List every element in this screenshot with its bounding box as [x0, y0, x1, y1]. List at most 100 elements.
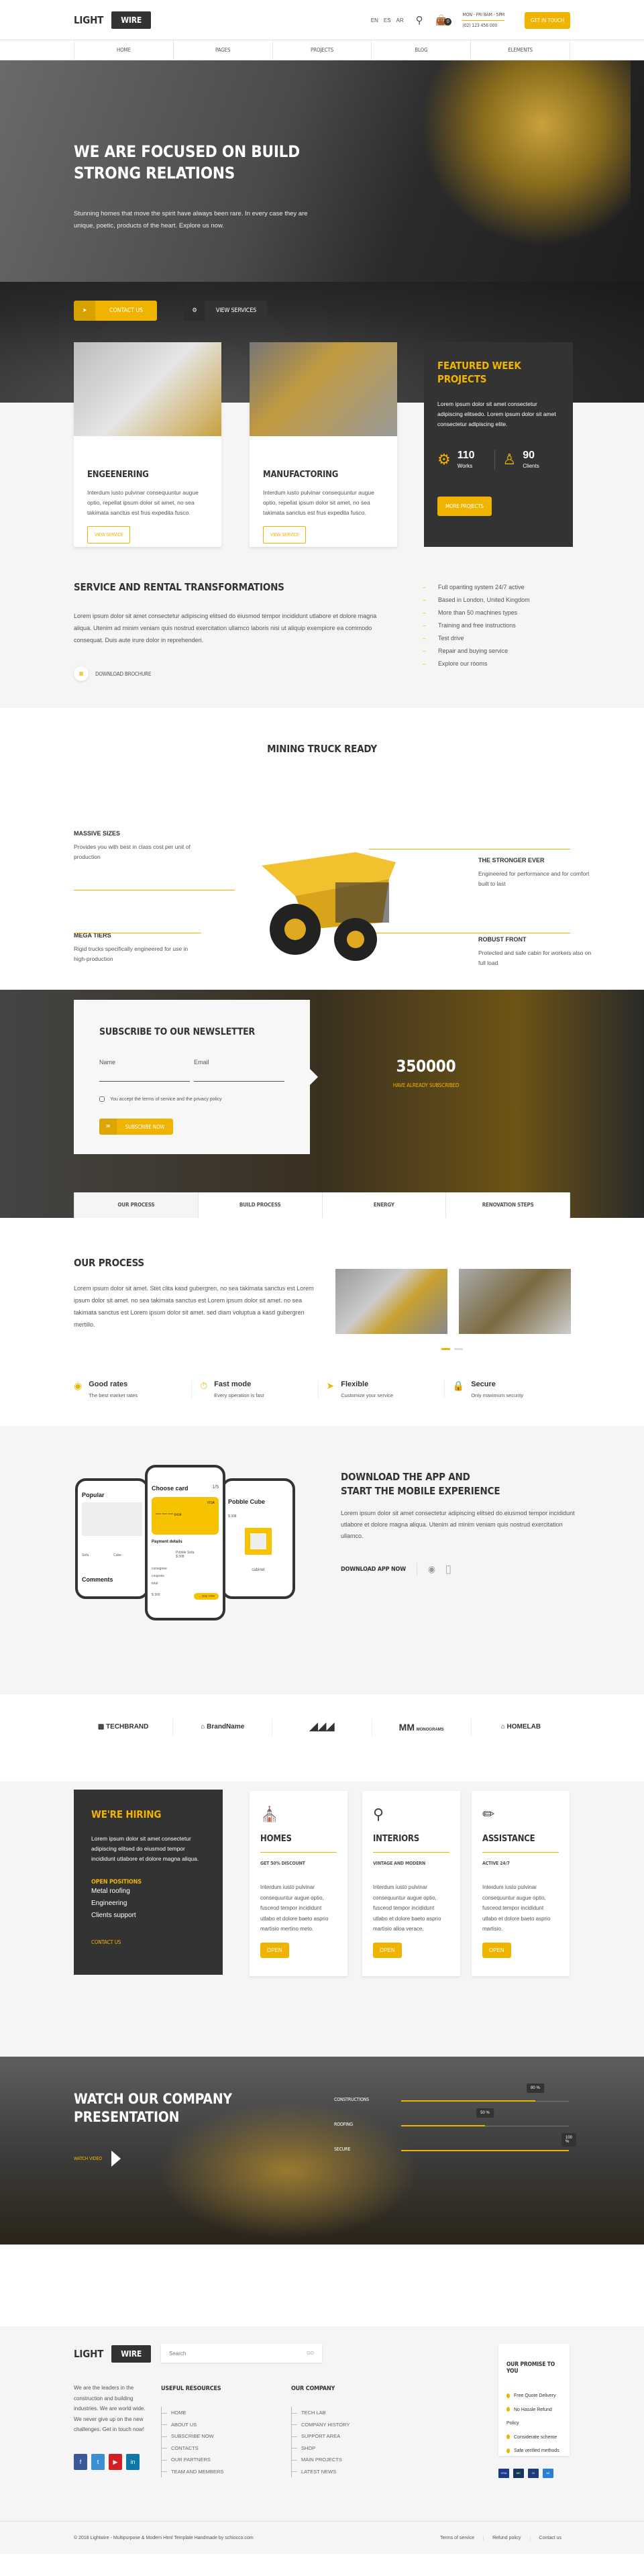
footer-link[interactable]: SUPPORT AREA	[292, 2430, 350, 2442]
nav-home[interactable]: HOME	[74, 40, 173, 60]
progress-value: 100 %	[561, 2133, 577, 2147]
logo[interactable]: LIGHT WIRE	[74, 11, 152, 29]
open-button[interactable]: OPEN	[482, 1942, 511, 1958]
search-icon[interactable]: ⚲	[416, 14, 423, 26]
logo-homelab: ⌂ HOMELAB	[470, 1718, 570, 1736]
android-icon[interactable]: ◉	[428, 1564, 435, 1575]
email-input[interactable]	[194, 1066, 284, 1082]
lock-icon: 🔒	[452, 1380, 465, 1391]
service-section: SERVICE AND RENTAL TRANSFORMATIONS Lorem…	[0, 569, 644, 708]
partner-logos: ▩ TECHBRAND ⌂ BrandName ◢◢◢ MM MONOGRAMS…	[0, 1694, 644, 1782]
apple-icon[interactable]: 	[446, 1564, 451, 1575]
contact-us-link[interactable]: CONTACT US	[91, 1939, 205, 1945]
subscriber-count: 350000	[396, 1057, 456, 1076]
feature-robust-front: ROBUST FRONT Protected and safe cabin for…	[478, 936, 592, 966]
progress-value: 50 %	[476, 2108, 494, 2118]
footer-link[interactable]: LATEST NEWS	[292, 2466, 350, 2478]
phone-mockup-cube: Pobble Cube $ 308 cabinet	[221, 1478, 295, 1599]
footer-link[interactable]: ABOUT US	[162, 2419, 223, 2431]
worker-icon: ♙	[502, 451, 517, 468]
more-projects-button[interactable]: MORE PROJECTS	[437, 497, 492, 516]
service-interiors: ⚲ INTERIORS VINTAGE AND MODERN Interdum ius…	[362, 1791, 460, 1976]
service-homes: ⛪ HOMES GET 50% DISCOUNT Interdum iusto pul…	[250, 1791, 347, 1976]
position-item[interactable]: Engineering	[91, 1898, 205, 1910]
carousel-dot[interactable]	[454, 1348, 463, 1350]
footer: LIGHT WIRE We are the leaders in the cons…	[0, 2326, 644, 2521]
lamp-icon: ⚲	[373, 1806, 384, 1822]
contact-link[interactable]: Contact us	[529, 2536, 570, 2540]
tab-our-process[interactable]: OUR PROCESS	[74, 1192, 198, 1218]
lang-es[interactable]: ES	[384, 17, 391, 23]
view-service-button[interactable]: VIEW SERVICE	[87, 526, 131, 544]
maestro-icon: M	[528, 2469, 539, 2478]
newsletter-form: SUBSCRIBE TO OUR NEWSLETTER Name Email Yo…	[74, 1000, 318, 1154]
nav-blog[interactable]: BLOG	[371, 40, 470, 60]
tab-energy[interactable]: ENERGY	[321, 1192, 446, 1218]
tools-image	[74, 342, 221, 436]
search-go-button[interactable]: GO	[307, 2351, 314, 2356]
nav-pages[interactable]: PAGES	[172, 40, 272, 60]
app-title: DOWNLOAD THE APP AND START THE MOBILE EXP…	[341, 1471, 500, 1497]
workers-image	[250, 342, 397, 436]
bottom-bar: © 2018 Lightwire - Multipurpose & Modern…	[0, 2521, 644, 2554]
footer-link[interactable]: TEAM AND MEMBERS	[162, 2466, 223, 2478]
footer-link[interactable]: SHOP	[292, 2442, 350, 2455]
twitter-icon[interactable]: t	[91, 2453, 105, 2470]
hero-text: Stunning homes that move the spirit have…	[74, 210, 308, 229]
footer-link[interactable]: COMPANY HISTORY	[292, 2419, 350, 2431]
hours: MON - FRI 8AM - 5PM	[462, 10, 504, 21]
footer-link[interactable]: OUR PARTNERS	[162, 2454, 223, 2466]
footer-link[interactable]: CONTACTS	[162, 2442, 223, 2455]
paper-plane-icon: ➤	[326, 1380, 335, 1391]
carousel-dot[interactable]	[441, 1348, 450, 1350]
feature-fast-mode: ⏱ Fast mode Every operation is fast	[191, 1380, 317, 1398]
youtube-icon[interactable]: ▶	[109, 2453, 122, 2470]
copyright: © 2018 Lightwire - Multipurpose & Modern…	[74, 2536, 254, 2540]
services-cards: ENGEENERING Interdum iusto pulvinar conse…	[0, 342, 644, 569]
bag-icon[interactable]: 👜 0	[435, 14, 452, 26]
nav-projects[interactable]: PROJECTS	[272, 40, 372, 60]
footer-link[interactable]: SUBSCRIBE NOW	[162, 2430, 223, 2442]
logo-stripes: ◢◢◢	[272, 1718, 371, 1736]
lang-en[interactable]: EN	[371, 17, 378, 23]
footer-logo[interactable]: LIGHT WIRE	[74, 2345, 152, 2363]
phone-mockup-card: Choose card 1/5 VISA **** **** **** 6434 P…	[145, 1465, 225, 1620]
open-button[interactable]: OPEN	[373, 1942, 402, 1958]
open-button[interactable]: OPEN	[260, 1942, 289, 1958]
position-item[interactable]: Clients support	[91, 1910, 205, 1922]
contact-us-button[interactable]: ➤ CONTACT US	[74, 301, 157, 321]
position-item[interactable]: Metal roofing	[91, 1886, 205, 1898]
get-in-touch-button[interactable]: GET IN TOUCH	[525, 11, 570, 29]
gears-icon: ⚙	[437, 451, 451, 468]
search-input[interactable]	[169, 2350, 307, 2357]
terms-link[interactable]: Terms of service	[431, 2536, 483, 2540]
mining-truck-section: MINING TRUCK READY MASSIVE SIZES Provides…	[0, 708, 644, 990]
logo-monograms: MM MONOGRAMS	[371, 1718, 471, 1736]
sofa-image	[82, 1502, 142, 1536]
terms-checkbox[interactable]	[99, 1096, 105, 1102]
lang-ar[interactable]: AR	[396, 17, 404, 23]
gears-icon: ⚙	[184, 301, 205, 321]
envelope-icon: ✉	[99, 1119, 117, 1135]
nav-elements[interactable]: ELEMENTS	[470, 40, 570, 60]
facebook-icon[interactable]: f	[74, 2453, 87, 2470]
credit-card: VISA **** **** **** 6434	[152, 1497, 219, 1535]
view-service-button[interactable]: VIEW SERVICE	[263, 526, 307, 544]
name-input[interactable]	[99, 1066, 190, 1082]
feature-good-rates: ◉ Good rates The best market rates	[74, 1380, 138, 1398]
download-app-link[interactable]: DOWNLOAD APP NOW	[341, 1566, 406, 1573]
footer-link[interactable]: HOME	[162, 2407, 223, 2419]
tab-build-process[interactable]: BUILD PROCESS	[197, 1192, 322, 1218]
watch-video-button[interactable]: WATCH VIDEO	[74, 2151, 121, 2167]
footer-link[interactable]: MAIN PROJECTS	[292, 2454, 350, 2466]
loader-image	[335, 1269, 447, 1334]
view-services-button[interactable]: ⚙ VIEW SERVICES	[184, 301, 267, 321]
footer-link[interactable]: TECH LAB	[292, 2407, 350, 2419]
refund-link[interactable]: Refund policy	[483, 2536, 529, 2540]
play-icon	[111, 2151, 121, 2167]
subscribe-button[interactable]: ✉ SUBSCRIBE NOW	[99, 1119, 173, 1135]
tab-renovation-steps[interactable]: RENOVATION STEPS	[445, 1192, 570, 1218]
linkedin-icon[interactable]: in	[126, 2453, 140, 2470]
coins-icon: ◉	[74, 1380, 83, 1391]
